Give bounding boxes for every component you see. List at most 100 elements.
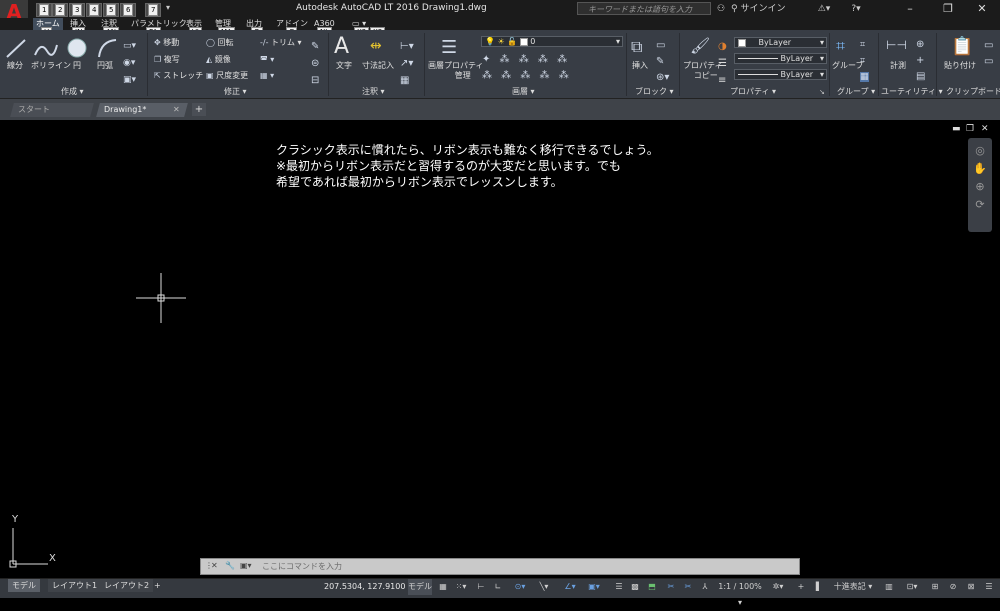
line-icon[interactable] <box>5 37 27 59</box>
block-tool-icons[interactable]: ▭ ✎ ⊛▾ <box>656 38 669 86</box>
match-properties-button[interactable]: プロパティ コピー <box>683 61 723 81</box>
units-dropdown[interactable]: 十進表記 ▾ <box>828 579 878 595</box>
circle-icon[interactable] <box>66 37 88 59</box>
coordinates-display[interactable]: 207.5304, 127.9100 <box>324 579 406 595</box>
arc-icon[interactable] <box>96 37 118 59</box>
infer-icon[interactable]: ⊢ <box>474 579 488 595</box>
circle-button[interactable]: 円 <box>73 61 81 71</box>
layout-tab-model[interactable]: モデル <box>8 579 40 592</box>
fillet-icon[interactable]: ◚ ▾ <box>260 55 274 65</box>
lock-ui-icon[interactable]: ⊘ <box>946 579 960 595</box>
model-space-button[interactable]: モデル <box>408 579 432 595</box>
lineweight-icon[interactable]: ☰ <box>612 579 626 595</box>
clean-screen-icon[interactable]: ⊞ <box>928 579 942 595</box>
annotation-extra-icons[interactable]: ⊢▾ ↗▾ ▦ <box>400 38 414 89</box>
cmd-customize-icon[interactable]: 🔧 <box>225 561 235 570</box>
auto-scale-icon[interactable]: ✂ <box>681 579 695 595</box>
workspace-gear-icon[interactable]: ✲▾ <box>768 579 788 595</box>
snap-icon[interactable]: ⁙▾ <box>452 579 470 595</box>
selection-cycling-icon[interactable]: ⬒ <box>645 579 659 595</box>
annotation-monitor-icon[interactable]: + <box>794 579 808 595</box>
binoculars-icon[interactable]: ⚇ <box>714 2 728 16</box>
layer-properties-button[interactable]: 画層プロパティ 管理 <box>428 61 484 81</box>
annotation-scale-dropdown[interactable]: 1:1 / 100% ▾ <box>716 579 764 607</box>
clipboard-panel-title[interactable]: クリップボード <box>946 86 1000 97</box>
qa-customize-chevron-icon[interactable]: ▾ <box>166 3 170 12</box>
measure-icon[interactable]: ⊢⊣ <box>886 38 907 52</box>
hardware-acceleration-icon[interactable]: ⊡▾ <box>900 579 924 595</box>
layout-tab-layout1[interactable]: レイアウト1 <box>48 579 102 592</box>
dimension-button[interactable]: 寸法記入 <box>362 61 394 71</box>
stretch-button[interactable]: ⇱ ストレッチ <box>154 71 203 81</box>
utilities-panel-title[interactable]: ユーティリティ ▾ <box>881 86 943 97</box>
insert-block-icon[interactable]: ⧉ <box>631 37 642 57</box>
insert-button[interactable]: 挿入 <box>632 61 648 71</box>
array-icon[interactable]: ▦ ▾ <box>260 71 274 81</box>
modify-panel-title[interactable]: 修正 ▾ <box>224 86 247 97</box>
polar-icon[interactable]: ⊙▾ <box>510 579 530 595</box>
viewport-close-icon[interactable]: ✕ <box>981 124 989 134</box>
group-tool-icons[interactable]: ⌗ ⌗ ▦ <box>860 37 869 85</box>
signin-button[interactable]: ⚲ サインイン ▾ <box>731 2 791 28</box>
polyline-icon[interactable] <box>33 37 58 59</box>
measure-button[interactable]: 計測 <box>890 61 906 71</box>
copy-button[interactable]: ❐ 複写 <box>154 55 180 65</box>
minimize-icon[interactable]: – <box>892 0 928 18</box>
fullscreen-icon[interactable]: ⊠ <box>964 579 978 595</box>
cmd-close-icon[interactable]: ✕ <box>211 561 218 570</box>
ortho-icon[interactable]: ∟ <box>491 579 505 595</box>
polyline-button[interactable]: ポリライン <box>31 61 71 71</box>
layer-properties-icon[interactable]: ☰ <box>441 37 457 58</box>
autodesk-exchange-icon[interactable]: ⚠▾ <box>812 2 836 16</box>
draw-panel-title[interactable]: 作成 ▾ <box>61 86 84 97</box>
osnap-tracking-icon[interactable]: ∠▾ <box>560 579 580 595</box>
properties-dialog-launcher-icon[interactable]: ↘ <box>819 88 825 96</box>
viewport-minimize-icon[interactable]: ▬ <box>952 124 961 134</box>
annotation-panel-title[interactable]: 注釈 ▾ <box>362 86 385 97</box>
close-tab-icon[interactable]: ✕ <box>173 103 186 117</box>
file-tab-start[interactable]: スタート <box>10 103 94 117</box>
match-properties-icon[interactable]: 🖌 <box>690 36 710 55</box>
grid-icon[interactable]: ▦ <box>436 579 450 595</box>
line-button[interactable]: 線分 <box>7 61 23 71</box>
move-button[interactable]: ✥ 移動 <box>154 38 179 48</box>
dimension-icon[interactable]: ⇹ <box>370 38 382 54</box>
trim-button[interactable]: -/- トリム ▾ <box>260 38 302 48</box>
mirror-button[interactable]: ◭ 鏡像 <box>206 55 231 65</box>
layer-tool-icons[interactable]: ✦ ⁂ ⁂ ⁂ ⁂ ⁂ ⁂ ⁂ ⁂ ⁂ <box>482 52 572 84</box>
layer-dropdown[interactable]: 💡 ☀ 🔓 0 ▾ <box>481 36 623 47</box>
paste-button[interactable]: 貼り付け <box>944 61 976 71</box>
color-dropdown[interactable]: ByLayer ▾ <box>734 37 827 48</box>
quick-properties-icon[interactable]: ▌ <box>814 579 824 595</box>
isolate-objects-icon[interactable]: ▥ <box>882 579 896 595</box>
groups-panel-title[interactable]: グループ ▾ <box>837 86 875 97</box>
navigation-bar[interactable]: ◎ ✋ ⊕ ⟳ <box>968 138 992 232</box>
annotation-visibility-icon[interactable]: ✂ <box>664 579 678 595</box>
viewport-restore-icon[interactable]: ❐ <box>966 124 974 134</box>
isodraft-icon[interactable]: ╲▾ <box>534 579 554 595</box>
draw-small-icons[interactable]: ▭▾ ◉▾ ▣▾ <box>123 38 136 89</box>
osnap-icon[interactable]: ▣▾ <box>584 579 604 595</box>
customize-menu-icon[interactable]: ☰ <box>982 579 996 595</box>
utility-tool-icons[interactable]: ⊕ + ▤ <box>916 37 925 85</box>
rotate-button[interactable]: ◯ 回転 <box>206 38 234 48</box>
new-tab-button[interactable]: + <box>192 103 206 116</box>
layers-panel-title[interactable]: 画層 ▾ <box>512 86 535 97</box>
scale-button[interactable]: ▣ 尺度変更 <box>206 71 248 81</box>
navbar-tool-icons[interactable]: ◎ ✋ ⊕ ⟳ <box>968 138 992 214</box>
command-input[interactable]: ここにコマンドを入力 <box>262 561 342 572</box>
group-icon[interactable]: ⌗ <box>836 36 845 56</box>
add-layout-icon[interactable]: + <box>150 579 165 592</box>
arc-button[interactable]: 円弧 <box>97 61 113 71</box>
help-button[interactable]: ?▾ <box>846 2 866 16</box>
group-button[interactable]: グループ <box>832 61 864 71</box>
text-icon[interactable]: A <box>334 34 349 60</box>
clipboard-tool-icons[interactable]: ▭ ▭ <box>984 38 993 70</box>
lineweight-dropdown[interactable]: ByLayer ▾ <box>734 69 827 80</box>
properties-panel-title[interactable]: プロパティ ▾ <box>730 86 776 97</box>
block-panel-title[interactable]: ブロック ▾ <box>635 86 674 97</box>
modify-extra-icons[interactable]: ✎ ⊜ ⊟ <box>311 38 319 89</box>
layout-tab-layout2[interactable]: レイアウト2 <box>100 579 154 592</box>
transparency-icon[interactable]: ▩ <box>628 579 642 595</box>
file-tab-drawing[interactable]: Drawing1* ✕ <box>96 103 188 117</box>
